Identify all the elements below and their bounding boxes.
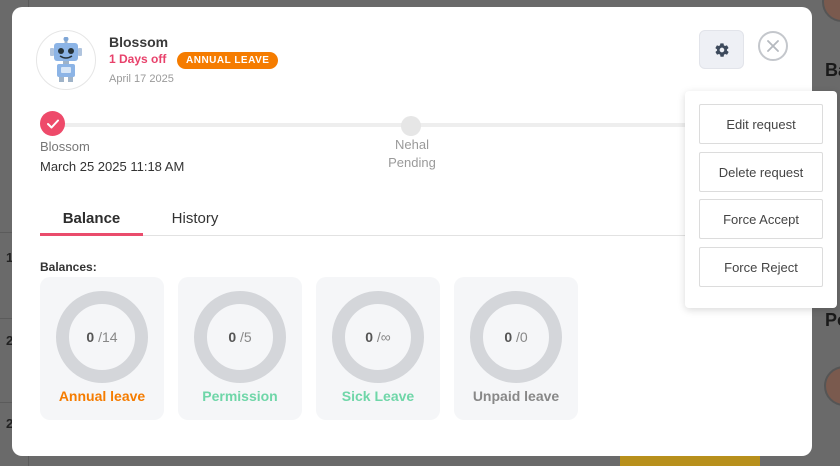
tab-balance[interactable]: Balance	[40, 203, 143, 236]
bg-heading: Po	[825, 310, 840, 330]
balance-label: Permission	[202, 388, 278, 404]
balance-value: 0 /∞	[365, 329, 391, 345]
edit-request-button[interactable]: Edit request	[699, 104, 823, 144]
balance-card-annual: 0 /14 Annual leave	[40, 277, 164, 420]
timeline-step-pending	[401, 116, 421, 136]
force-accept-button[interactable]: Force Accept	[699, 199, 823, 239]
balances-heading: Balances:	[40, 260, 97, 274]
close-button[interactable]	[758, 31, 788, 61]
timeline-step-done	[40, 111, 65, 136]
close-icon	[767, 40, 779, 52]
balance-value: 0 /0	[504, 329, 528, 345]
balance-card-unpaid: 0 /0 Unpaid leave	[454, 277, 578, 420]
balance-label: Unpaid leave	[472, 388, 560, 404]
tab-bar: Balance History	[40, 203, 730, 236]
timeline-step-date: March 25 2025 11:18 AM	[40, 159, 185, 174]
leave-type-badge: ANNUAL LEAVE	[177, 52, 279, 69]
balance-ring: 0 /14	[56, 291, 148, 383]
days-off-count: 1 Days off	[109, 52, 167, 66]
user-name: Blossom	[109, 34, 169, 50]
balance-value: 0 /5	[228, 329, 252, 345]
balance-card-permission: 0 /5 Permission	[178, 277, 302, 420]
request-actions-menu: Edit request Delete request Force Accept…	[685, 91, 837, 308]
balance-card-sick: 0 /∞ Sick Leave	[316, 277, 440, 420]
balance-label: Sick Leave	[341, 388, 415, 404]
robot-avatar-icon	[50, 37, 82, 82]
bg-avatar	[822, 0, 840, 22]
delete-request-button[interactable]: Delete request	[699, 152, 823, 192]
approval-timeline-track	[52, 123, 692, 127]
settings-button[interactable]	[699, 30, 744, 69]
bg-event-block	[620, 456, 760, 466]
balance-ring: 0 /5	[194, 291, 286, 383]
check-icon	[46, 119, 59, 128]
request-date: April 17 2025	[109, 73, 174, 85]
balance-ring: 0 /∞	[332, 291, 424, 383]
bg-heading: Ba	[825, 60, 840, 80]
gear-icon	[714, 42, 729, 57]
timeline-step-status: Pending	[388, 155, 436, 170]
balance-ring: 0 /0	[470, 291, 562, 383]
bg-avatar	[824, 366, 840, 406]
balance-value: 0 /14	[86, 329, 118, 345]
force-reject-button[interactable]: Force Reject	[699, 247, 823, 287]
user-avatar	[36, 30, 96, 90]
tab-history[interactable]: History	[158, 203, 232, 236]
timeline-step-name: Nehal	[395, 137, 429, 152]
timeline-step-name: Blossom	[40, 139, 90, 154]
balance-label: Annual leave	[58, 388, 146, 404]
